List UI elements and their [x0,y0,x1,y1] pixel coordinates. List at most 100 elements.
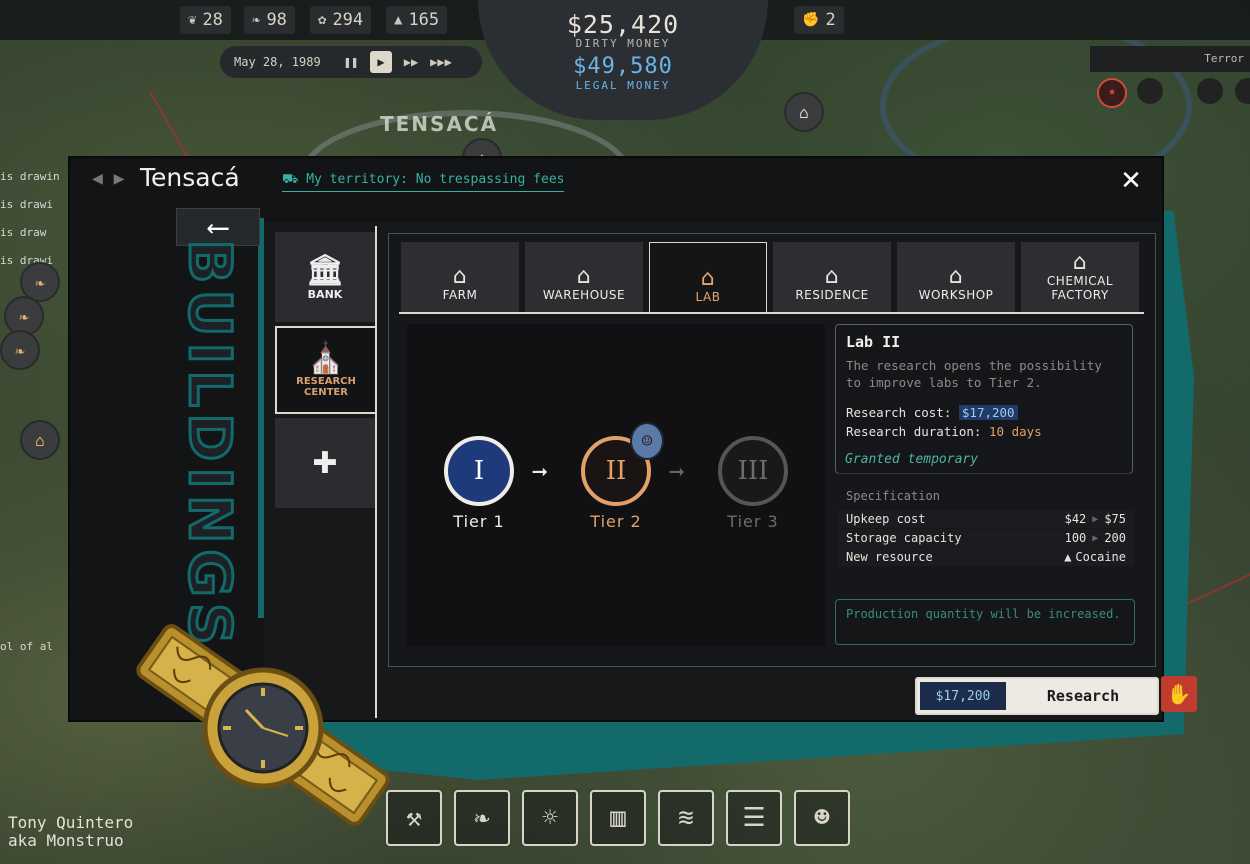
teal-edge [258,218,264,618]
production-note: Production quantity will be increased. [835,599,1135,645]
arrow-right-icon: ➞ [532,458,548,488]
dirty-money-label: DIRTY MONEY [575,37,671,50]
play-icon[interactable]: ▶ [370,51,392,73]
pause-icon[interactable]: ❚❚ [340,51,362,73]
fastest-forward-icon[interactable]: ▶▶▶ [430,51,452,73]
alert-button[interactable]: ✋ [1161,676,1197,712]
research-button[interactable]: $17,200 Research [915,677,1159,715]
legal-money-label: LEGAL MONEY [575,79,671,92]
research-description: The research opens the possibility to im… [846,358,1102,390]
map-farm-icon[interactable]: ❧ [0,330,40,370]
resource-value: 98 [266,10,287,30]
character-alias: aka Monstruo [8,831,124,850]
flame-icon: ✋ [1166,682,1192,706]
plant-icon: ❦ [188,12,197,28]
tab-lab[interactable]: ⌂ LAB [649,242,767,314]
terror-label: Terror [1204,52,1244,65]
clipboard-icon: ☰ [742,803,766,833]
spec-from: $42 [1064,512,1087,526]
powder-icon: ▲ [1064,550,1072,564]
close-button[interactable]: ✕ [1116,166,1146,196]
resource-plant: ❦ 28 [180,6,231,34]
section-title: BUILDINGS [175,238,246,653]
gold-watch-image [136,624,390,826]
map-text: is drawi [0,198,53,211]
farm-icon: ⌂ [452,264,468,289]
tab-farm[interactable]: ⌂ FARM [401,242,519,312]
research-cost-row: Research cost: $17,200 [846,405,1122,420]
nav-arrows[interactable]: ◀ ▶ [92,168,125,189]
arrow-right-icon: ➞ [669,458,685,488]
dirty-money-value: $25,420 [566,10,680,39]
spec-from: 100 [1064,531,1087,545]
layers-button[interactable]: ≋ [658,790,714,846]
spec-key: New resource [846,550,933,564]
research-menu-button[interactable]: ☼ [522,790,578,846]
cost-label: Research cost: [846,405,952,420]
map-text: is drawin [0,170,60,183]
star-icon[interactable]: ★ [1097,78,1127,108]
bottom-toolbar: ⚒ ❧ ☼ ▥ ≋ ☰ ☻ [386,790,850,846]
tier-3-node[interactable]: III [718,436,788,506]
duration-label: Research duration: [846,424,982,439]
building-category-nav: 🏛 BANK ⛪ RESEARCH CENTER ✚ [275,232,375,512]
sidenav-label: RESEARCH CENTER [296,376,356,398]
tab-workshop[interactable]: ⌂ WORKSHOP [897,242,1015,312]
workers-value: 2 [825,10,836,30]
statistics-button[interactable]: ▥ [590,790,646,846]
sidenav-research-center[interactable]: ⛪ RESEARCH CENTER [275,326,375,414]
tab-label: WAREHOUSE [542,288,626,302]
map-town-label: TENSACÁ [380,112,499,136]
crew-button[interactable]: ☻ [794,790,850,846]
leaf-icon: ❧ [252,12,261,28]
layers-icon: ≋ [678,803,694,833]
sidenav-bank[interactable]: 🏛 BANK [275,232,375,322]
resource-powder: ▲ 165 [386,6,448,34]
people-icon: ☻ [814,803,830,833]
research-duration-row: Research duration: 10 days [846,424,1122,439]
triangle-right-icon: ▶ [1092,532,1099,544]
herb-icon: ✿ [318,12,327,28]
character-info: Tony Quintero aka Monstruo [8,814,133,850]
researcher-avatar: ☺ [630,422,664,460]
tier-3-label: Tier 3 [727,512,779,531]
tier-1-node[interactable]: I [444,436,514,506]
resource-leaf: ❧ 98 [244,6,295,34]
bank-icon: 🏛 [305,252,345,288]
research-price: $17,200 [920,682,1006,710]
workshop-icon: ⌂ [948,264,964,289]
slot-icon[interactable] [1137,78,1163,104]
tier-2-label: Tier 2 [590,512,642,531]
tab-chemical-factory[interactable]: ⌂ CHEMICAL FACTORY [1021,242,1139,312]
residence-icon: ⌂ [824,264,840,289]
game-date: May 28, 1989 [234,55,321,69]
factory-icon: ⌂ [1072,250,1088,275]
build-button[interactable]: ⚒ [386,790,442,846]
production-button[interactable]: ❧ [454,790,510,846]
tab-warehouse[interactable]: ⌂ WAREHOUSE [525,242,643,312]
territory-link[interactable]: ⛟ My territory: No trespassing fees [282,172,565,192]
terror-panel: Terror [1090,46,1250,72]
spec-title: Specification [846,489,940,503]
research-label: Research [1046,687,1120,705]
hammer-icon: ⚒ [406,803,422,833]
tab-residence[interactable]: ⌂ RESIDENCE [773,242,891,312]
add-building-button[interactable]: ✚ [275,418,375,508]
slot-icon[interactable] [1197,78,1223,104]
spec-row-upkeep: Upkeep cost $42 ▶ $75 [838,510,1134,528]
fast-forward-icon[interactable]: ▶▶ [400,51,422,73]
time-controls: May 28, 1989 ❚❚ ▶ ▶▶ ▶▶▶ [220,46,482,78]
workers-counter: ✊ 2 [794,6,844,34]
spec-to: 200 [1104,531,1126,545]
tasks-button[interactable]: ☰ [726,790,782,846]
spec-key: Storage capacity [846,531,962,545]
church-icon: ⛪ [307,341,345,376]
map-text: ol of al [0,640,53,653]
close-icon: ✕ [1120,166,1142,196]
plus-icon: ✚ [312,445,338,481]
territory-text: My territory: No trespassing fees [306,172,565,187]
resource-herb: ✿ 294 [310,6,372,34]
map-building-icon[interactable]: ⌂ [20,420,60,460]
map-text: is draw [0,226,47,239]
map-building-icon[interactable]: ⌂ [784,92,824,132]
